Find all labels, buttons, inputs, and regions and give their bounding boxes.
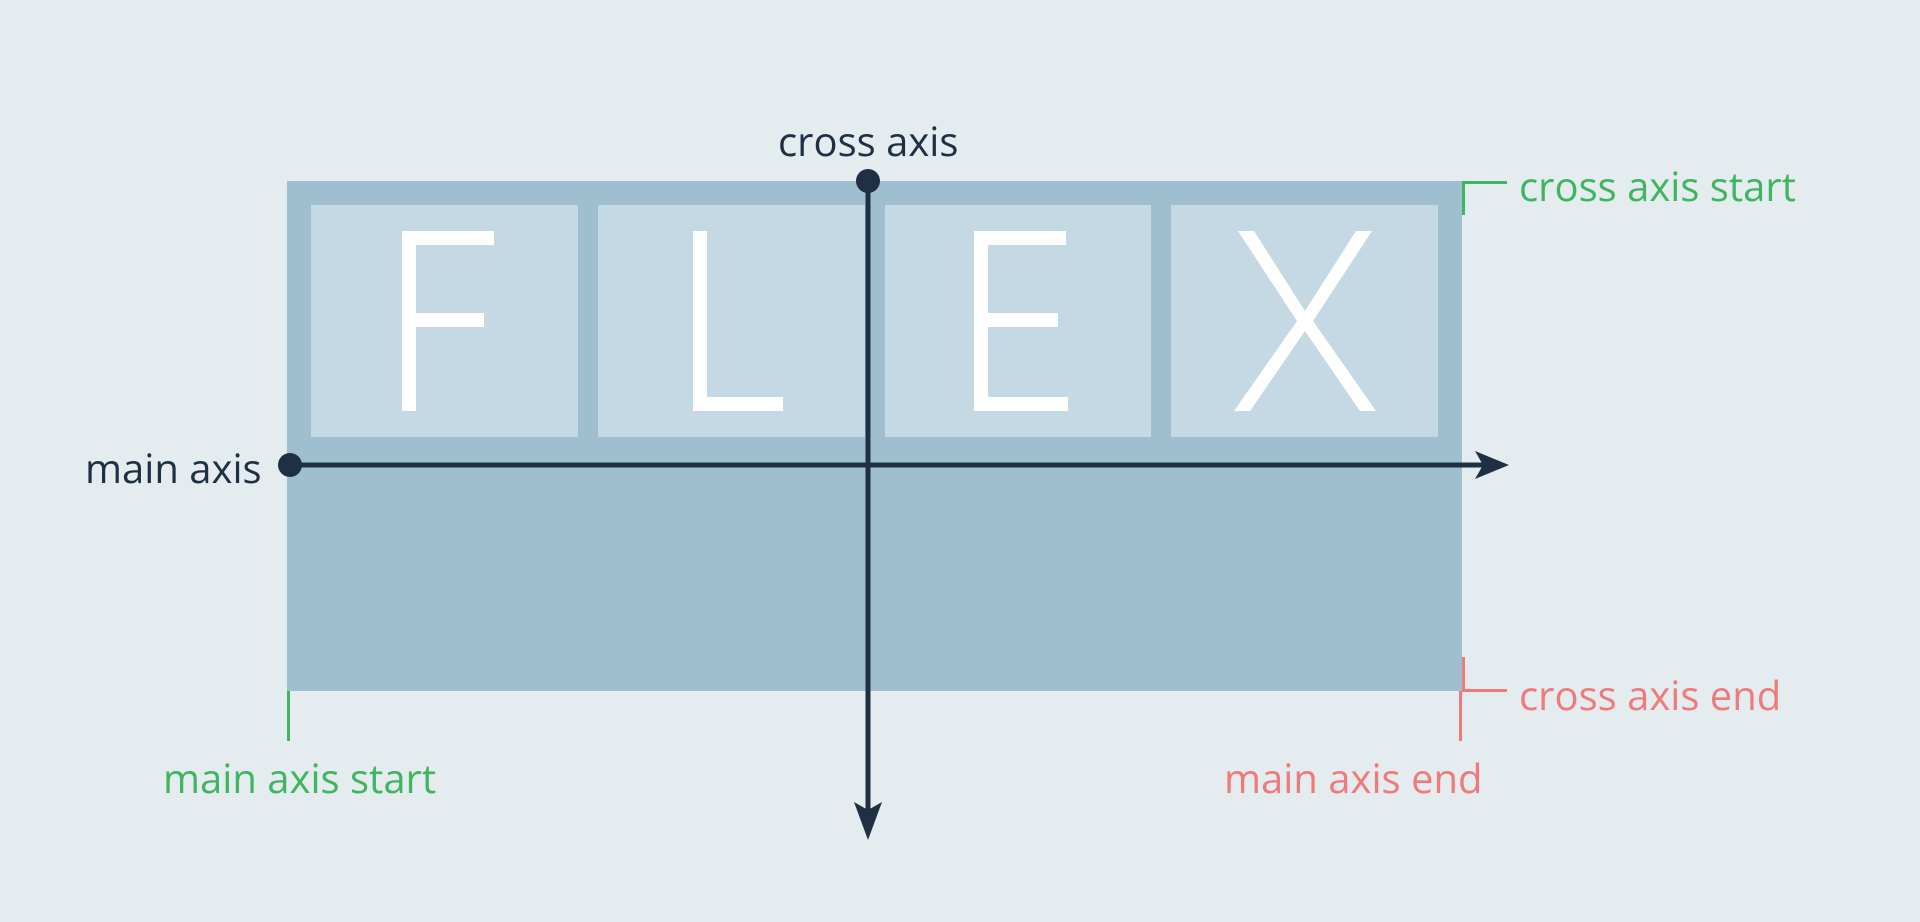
flex-item-f (311, 205, 578, 437)
main-axis-arrow-icon (275, 447, 1515, 483)
cross-axis-arrow-icon (850, 166, 886, 846)
main-axis-start-tick-icon (287, 691, 290, 741)
main-axis-start-label: main axis start (163, 750, 436, 805)
letter-f-icon (384, 231, 504, 411)
cross-axis-start-label: cross axis start (1519, 158, 1796, 213)
cross-axis-end-label: cross axis end (1519, 667, 1781, 722)
main-axis-end-tick-icon (1459, 691, 1462, 741)
cross-axis-start-tick-icon (1462, 181, 1507, 184)
cross-axis-label: cross axis (778, 113, 958, 168)
cross-axis-end-tick-vert-icon (1462, 657, 1465, 691)
flex-item-l (598, 205, 865, 437)
main-axis-end-label: main axis end (1224, 750, 1482, 805)
main-axis-label: main axis (85, 440, 262, 495)
flex-item-x (1171, 205, 1438, 437)
letter-e-icon (958, 231, 1078, 411)
letter-x-icon (1230, 231, 1380, 411)
cross-axis-start-tick-vert-icon (1462, 181, 1465, 215)
letter-l-icon (671, 231, 791, 411)
flex-item-e (885, 205, 1152, 437)
cross-axis-end-tick-icon (1462, 689, 1507, 692)
